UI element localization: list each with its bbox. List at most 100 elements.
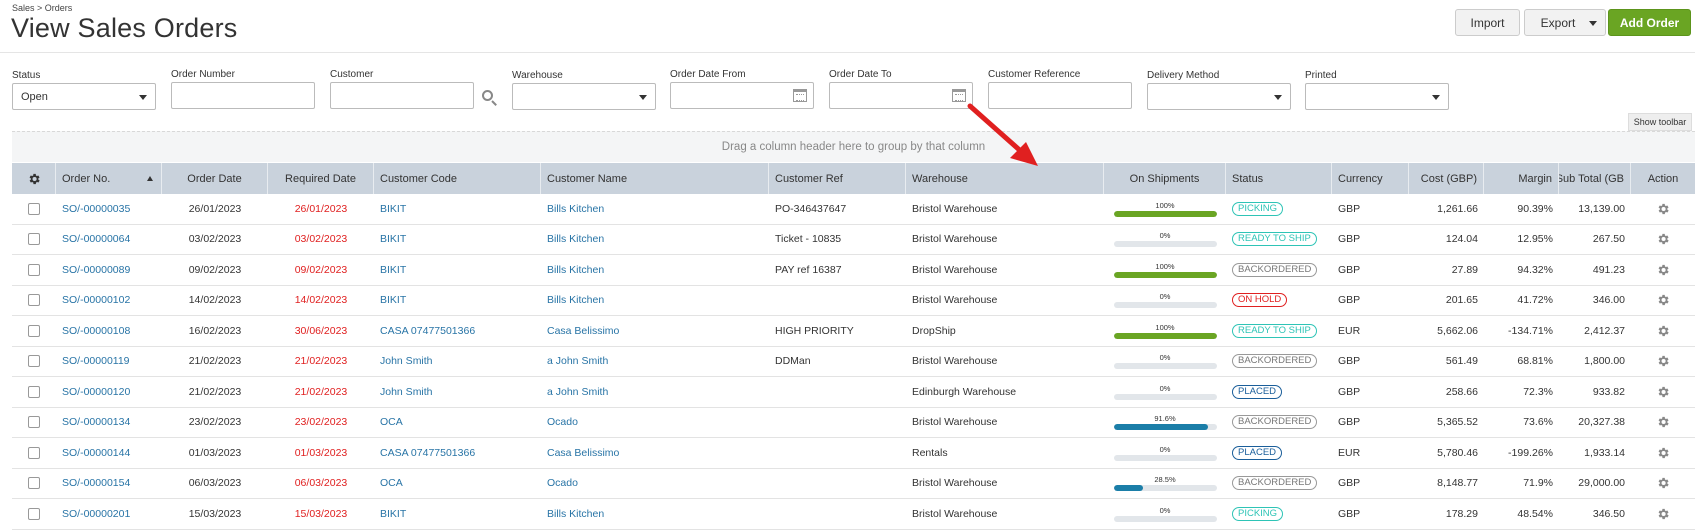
order-no-link[interactable]: SO/-00000035 <box>56 194 162 224</box>
warehouse-select[interactable] <box>512 83 656 110</box>
delivery-method-select[interactable] <box>1147 83 1291 110</box>
column-header-order-no[interactable]: Order No. <box>56 163 162 194</box>
row-checkbox[interactable] <box>28 477 40 490</box>
row-checkbox[interactable] <box>28 263 40 276</box>
column-header-customer-name[interactable]: Customer Name <box>541 163 769 194</box>
customer-code-link[interactable]: BIKIT <box>374 194 541 224</box>
customer-name-link[interactable]: Ocado <box>541 469 769 499</box>
printed-select[interactable] <box>1305 83 1449 110</box>
customer-code-link[interactable]: BIKIT <box>374 225 541 255</box>
gear-icon[interactable] <box>1656 263 1670 277</box>
customer-name-link[interactable]: Bills Kitchen <box>541 225 769 255</box>
gear-icon[interactable] <box>1656 476 1670 490</box>
table-row[interactable]: SO/-00000108 16/02/2023 30/06/2023 CASA 074… <box>12 316 1695 347</box>
row-checkbox[interactable] <box>28 324 40 337</box>
customer-code-link[interactable]: John Smith <box>374 377 541 407</box>
calendar-icon[interactable] <box>793 89 807 102</box>
status-select[interactable]: Open <box>12 83 156 110</box>
order-no-link[interactable]: SO/-00000154 <box>56 469 162 499</box>
row-checkbox[interactable] <box>28 385 40 398</box>
customer-input[interactable] <box>330 82 474 109</box>
table-row[interactable]: SO/-00000134 23/02/2023 23/02/2023 OCA Ocado… <box>12 408 1695 438</box>
gear-icon[interactable] <box>1656 293 1670 307</box>
gear-icon[interactable] <box>1656 232 1670 246</box>
order-no-link[interactable]: SO/-00000144 <box>56 438 162 468</box>
table-row[interactable]: SO/-00000120 21/02/2023 21/02/2023 John Smi… <box>12 377 1695 408</box>
column-header-order-date[interactable]: Order Date <box>162 163 268 194</box>
column-header-on-shipments[interactable]: On Shipments <box>1104 163 1226 194</box>
customer-name-link[interactable]: Bills Kitchen <box>541 255 769 285</box>
row-checkbox[interactable] <box>28 294 40 307</box>
order-no-link[interactable]: SO/-00000201 <box>56 499 162 529</box>
column-header-status[interactable]: Status <box>1226 163 1332 194</box>
order-no-link[interactable]: SO/-00000102 <box>56 286 162 316</box>
column-header-sub-total[interactable]: Sub Total (GB <box>1559 163 1631 194</box>
gear-icon[interactable] <box>1656 202 1670 216</box>
gear-icon[interactable] <box>1656 324 1670 338</box>
customer-name-link[interactable]: Bills Kitchen <box>541 286 769 316</box>
column-header-required-date[interactable]: Required Date <box>268 163 374 194</box>
gear-icon[interactable] <box>1656 446 1670 460</box>
customer-reference-label: Customer Reference <box>988 69 1081 80</box>
gear-icon[interactable] <box>1656 415 1670 429</box>
column-header-cost[interactable]: Cost (GBP) <box>1409 163 1484 194</box>
customer-code-link[interactable]: OCA <box>374 469 541 499</box>
order-no-link[interactable]: SO/-00000120 <box>56 377 162 407</box>
row-checkbox[interactable] <box>28 416 40 429</box>
export-button[interactable]: Export <box>1524 9 1606 36</box>
order-no-link[interactable]: SO/-00000064 <box>56 225 162 255</box>
customer-name-link[interactable]: Casa Belissimo <box>541 438 769 468</box>
customer-name-link[interactable]: a John Smith <box>541 347 769 377</box>
order-date-to-input[interactable] <box>829 82 973 109</box>
gear-icon[interactable] <box>1656 354 1670 368</box>
table-row[interactable]: SO/-00000144 01/03/2023 01/03/2023 CASA 074… <box>12 438 1695 469</box>
table-row[interactable]: SO/-00000102 14/02/2023 14/02/2023 BIKIT Bil… <box>12 286 1695 316</box>
table-row[interactable]: SO/-00000035 26/01/2023 26/01/2023 BIKIT Bil… <box>12 194 1695 225</box>
table-row[interactable]: SO/-00000119 21/02/2023 21/02/2023 John Smi… <box>12 347 1695 377</box>
table-row[interactable]: SO/-00000064 03/02/2023 03/02/2023 BIKIT Bil… <box>12 225 1695 255</box>
customer-name-link[interactable]: Casa Belissimo <box>541 316 769 346</box>
column-settings-button[interactable] <box>12 163 56 194</box>
row-checkbox[interactable] <box>28 355 40 368</box>
customer-name-link[interactable]: Ocado <box>541 408 769 438</box>
customer-code-link[interactable]: BIKIT <box>374 286 541 316</box>
row-checkbox[interactable] <box>28 202 40 215</box>
column-header-margin[interactable]: Margin <box>1484 163 1559 194</box>
customer-code-link[interactable]: OCA <box>374 408 541 438</box>
row-checkbox[interactable] <box>28 233 40 246</box>
shipment-progress: 100% <box>1104 194 1226 224</box>
table-row[interactable]: SO/-00000154 06/03/2023 06/03/2023 OCA Ocado… <box>12 469 1695 499</box>
group-by-drop-zone[interactable]: Drag a column header here to group by th… <box>12 131 1695 162</box>
customer-code-link[interactable]: BIKIT <box>374 255 541 285</box>
column-header-currency[interactable]: Currency <box>1332 163 1409 194</box>
row-checkbox[interactable] <box>28 507 40 520</box>
order-no-link[interactable]: SO/-00000108 <box>56 316 162 346</box>
search-icon[interactable] <box>480 88 500 108</box>
customer-code-link[interactable]: John Smith <box>374 347 541 377</box>
column-header-customer-ref[interactable]: Customer Ref <box>769 163 906 194</box>
import-button[interactable]: Import <box>1455 9 1520 36</box>
column-header-warehouse[interactable]: Warehouse <box>906 163 1104 194</box>
customer-code-link[interactable]: BIKIT <box>374 499 541 529</box>
table-row[interactable]: SO/-00000089 09/02/2023 09/02/2023 BIKIT Bil… <box>12 255 1695 286</box>
order-no-link[interactable]: SO/-00000089 <box>56 255 162 285</box>
row-checkbox[interactable] <box>28 446 40 459</box>
order-date-from-input[interactable] <box>670 82 814 109</box>
order-number-input[interactable] <box>171 82 315 109</box>
customer-code-link[interactable]: CASA 07477501366 <box>374 438 541 468</box>
customer-reference-input[interactable] <box>988 82 1132 109</box>
show-toolbar-button[interactable]: Show toolbar <box>1628 113 1692 131</box>
gear-icon[interactable] <box>1656 507 1670 521</box>
order-no-link[interactable]: SO/-00000119 <box>56 347 162 377</box>
table-row[interactable]: SO/-00000201 15/03/2023 15/03/2023 BIKIT Bil… <box>12 499 1695 530</box>
customer-code-link[interactable]: CASA 07477501366 <box>374 316 541 346</box>
add-order-button[interactable]: Add Order <box>1608 9 1691 36</box>
calendar-icon[interactable] <box>952 89 966 102</box>
customer-name-link[interactable]: a John Smith <box>541 377 769 407</box>
order-no-link[interactable]: SO/-00000134 <box>56 408 162 438</box>
gear-icon[interactable] <box>1656 385 1670 399</box>
breadcrumb[interactable]: Sales > Orders <box>12 3 72 13</box>
customer-name-link[interactable]: Bills Kitchen <box>541 194 769 224</box>
customer-name-link[interactable]: Bills Kitchen <box>541 499 769 529</box>
column-header-customer-code[interactable]: Customer Code <box>374 163 541 194</box>
